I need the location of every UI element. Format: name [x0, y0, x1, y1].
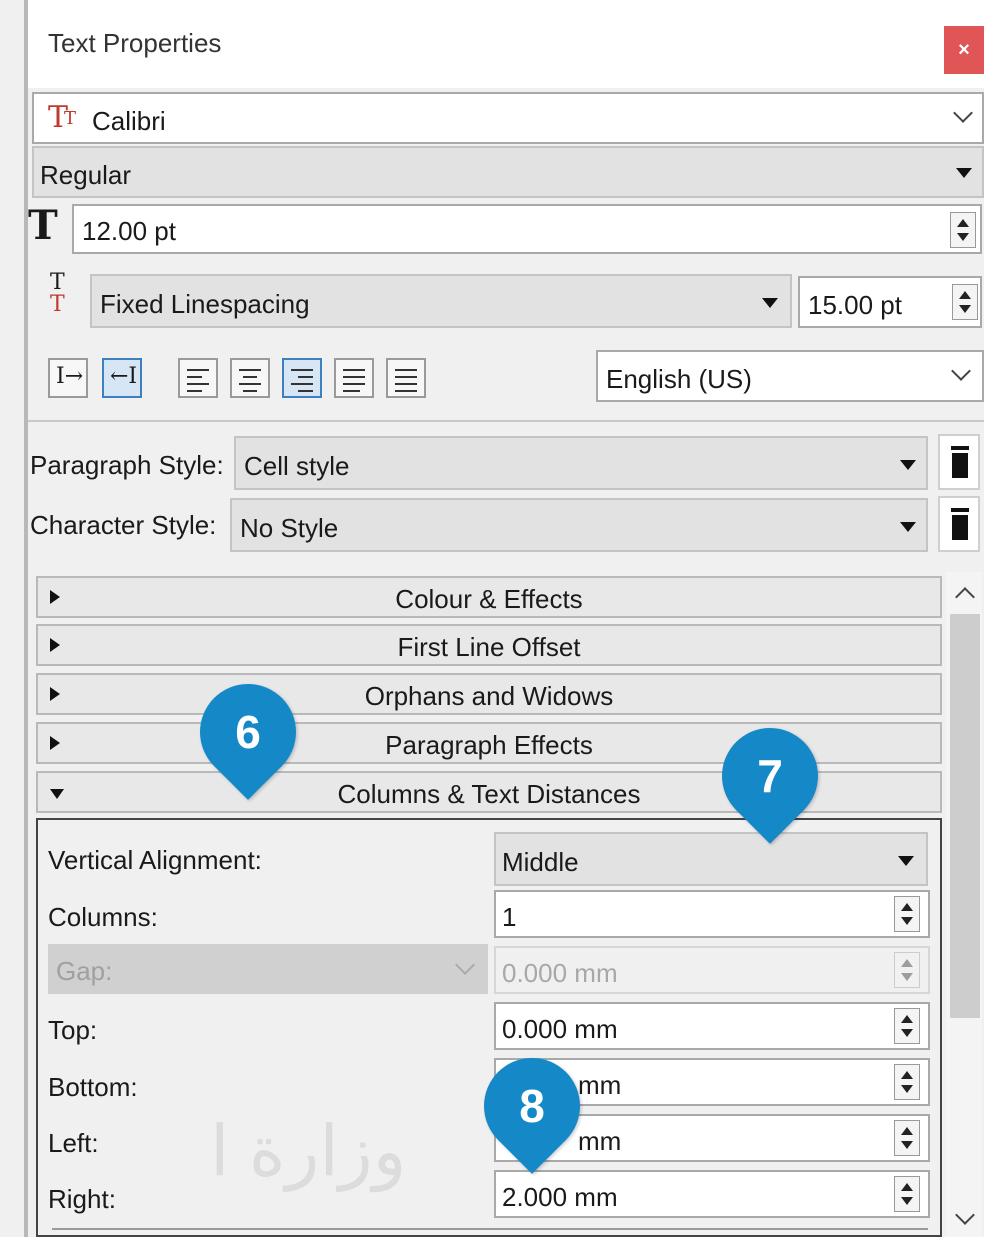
linespacing-value-input[interactable]: 15.00 pt	[798, 276, 982, 328]
font-icon-small: T	[64, 108, 77, 129]
gap-value: 0.000 mm	[502, 958, 618, 988]
language-value: English (US)	[606, 364, 752, 394]
panel-title: Text Properties	[48, 28, 222, 58]
align-justify-button[interactable]	[334, 358, 374, 398]
linespacing-value: 15.00 pt	[808, 290, 902, 320]
section-colour-effects[interactable]: Colour & Effects	[36, 576, 942, 618]
linespacing-mode-select[interactable]: Fixed Linespacing	[90, 274, 792, 328]
text-direction-rtl-button[interactable]: ←I	[102, 358, 142, 398]
vertical-alignment-label: Vertical Alignment:	[48, 845, 262, 875]
callout-number-7: 7	[757, 750, 783, 802]
delete-character-style-button[interactable]	[938, 496, 980, 552]
linespacing-mode-value: Fixed Linespacing	[100, 289, 310, 319]
gap-input: 0.000 mm	[494, 946, 930, 994]
dropdown-arrow-icon	[898, 856, 914, 866]
gap-label: Gap:	[56, 956, 113, 986]
section-orphans-widows[interactable]: Orphans and Widows	[36, 673, 942, 715]
dropdown-arrow-icon	[956, 168, 972, 178]
chevron-down-icon	[951, 361, 971, 381]
right-distance-value: 2.000 mm	[502, 1182, 618, 1212]
callout-number-8: 8	[519, 1080, 545, 1132]
language-select[interactable]: English (US)	[596, 350, 984, 402]
scrollbar-thumb[interactable]	[950, 614, 980, 1018]
character-style-select[interactable]: No Style	[230, 498, 928, 552]
font-size-icon: T	[28, 202, 58, 249]
character-style-value: No Style	[240, 513, 339, 543]
linespacing-icon: T T	[50, 270, 65, 317]
top-label: Top:	[48, 1015, 98, 1045]
left-distance-value: mm	[578, 1126, 622, 1156]
trash-icon	[951, 508, 969, 512]
right-distance-stepper[interactable]	[894, 1176, 920, 1212]
divider	[28, 420, 984, 422]
bottom-distance-value: mm	[578, 1070, 622, 1100]
align-force-justify-button[interactable]	[386, 358, 426, 398]
font-style-value: Regular	[40, 160, 132, 190]
panel-border	[24, 0, 28, 1237]
delete-paragraph-style-button[interactable]	[938, 434, 980, 490]
close-button[interactable]: ×	[944, 26, 984, 74]
paragraph-style-select[interactable]: Cell style	[234, 436, 928, 490]
right-label: Right:	[48, 1184, 116, 1214]
vertical-alignment-select[interactable]: Middle	[494, 832, 928, 886]
paragraph-style-value: Cell style	[244, 451, 350, 481]
linespacing-stepper[interactable]	[952, 284, 978, 320]
font-size-input[interactable]: 12.00 pt	[72, 204, 982, 254]
top-distance-value: 0.000 mm	[502, 1014, 618, 1044]
columns-value: 1	[502, 902, 517, 932]
dropdown-arrow-icon	[900, 460, 916, 470]
align-left-button[interactable]	[178, 358, 218, 398]
section-first-line-offset[interactable]: First Line Offset	[36, 624, 942, 666]
text-direction-ltr-button[interactable]: I→	[48, 358, 88, 398]
divider	[52, 1228, 928, 1230]
font-style-select[interactable]: Regular	[32, 146, 984, 198]
watermark: وزارة ا	[210, 1112, 407, 1190]
align-center-button[interactable]	[230, 358, 270, 398]
dropdown-arrow-icon	[762, 298, 778, 308]
left-label: Left:	[48, 1128, 99, 1158]
callout-number-6: 6	[235, 706, 261, 758]
align-right-button[interactable]	[282, 358, 322, 398]
columns-label: Columns:	[48, 902, 158, 932]
top-distance-input[interactable]: 0.000 mm	[494, 1002, 930, 1050]
gap-stepper	[894, 952, 920, 988]
right-distance-input[interactable]: 2.000 mm	[494, 1170, 930, 1218]
columns-stepper[interactable]	[894, 896, 920, 932]
chevron-down-icon	[953, 103, 973, 123]
font-size-value: 12.00 pt	[82, 216, 176, 246]
left-distance-stepper[interactable]	[894, 1120, 920, 1156]
font-family-value: Calibri	[92, 106, 166, 136]
chevron-down-icon	[455, 955, 475, 975]
top-distance-stepper[interactable]	[894, 1008, 920, 1044]
dropdown-arrow-icon	[900, 522, 916, 532]
paragraph-style-label: Paragraph Style:	[30, 450, 224, 480]
font-family-select[interactable]: T T Calibri	[32, 92, 984, 144]
trash-icon	[951, 446, 969, 450]
vertical-alignment-value: Middle	[502, 847, 579, 877]
columns-input[interactable]: 1	[494, 890, 930, 938]
bottom-distance-stepper[interactable]	[894, 1064, 920, 1100]
character-style-label: Character Style:	[30, 510, 217, 540]
bottom-label: Bottom:	[48, 1072, 138, 1102]
font-size-stepper[interactable]	[950, 212, 976, 248]
gap-unit-select: Gap:	[48, 944, 488, 994]
